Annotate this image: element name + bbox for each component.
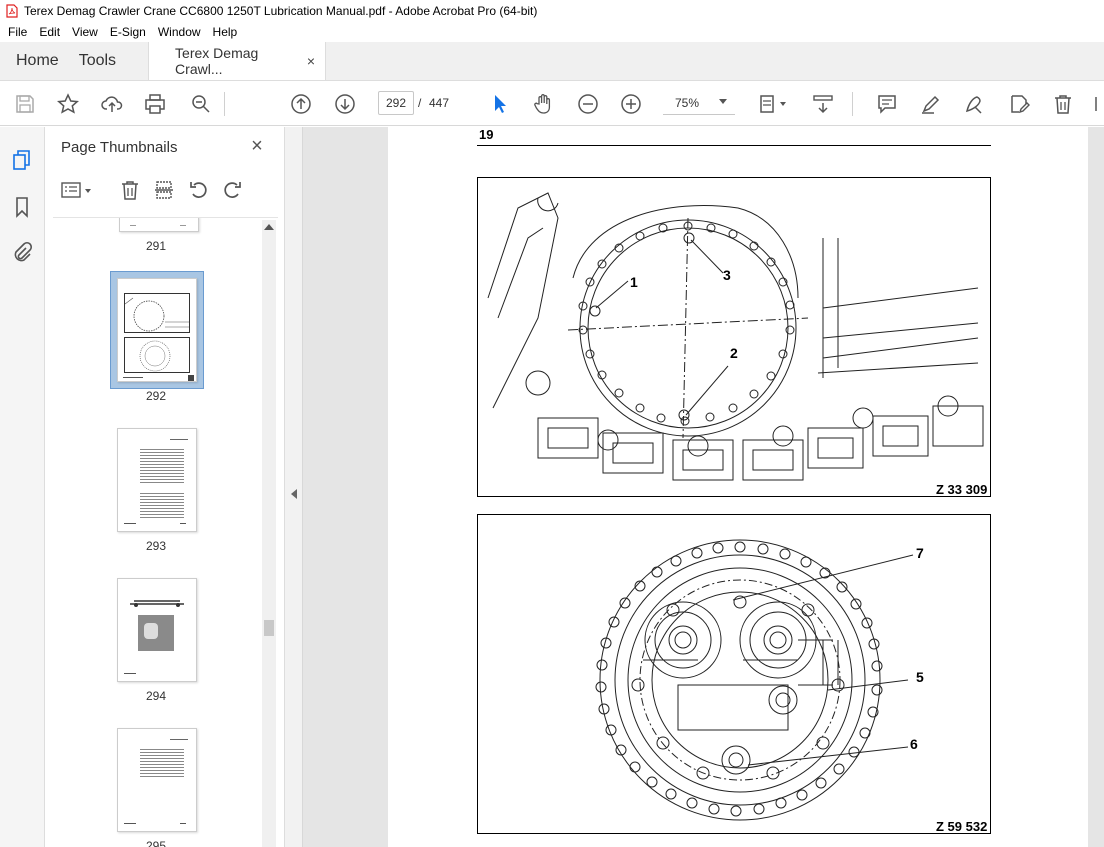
zoom-out-icon[interactable] (575, 91, 601, 117)
page-fit-icon[interactable] (755, 91, 791, 117)
page-section-number: 19 (479, 127, 494, 142)
thumbnail-page-number: 294 (145, 689, 167, 703)
bookmarks-icon[interactable] (10, 195, 34, 219)
tab-home[interactable]: Home (0, 42, 75, 80)
collapse-panel-icon[interactable] (291, 489, 297, 499)
menu-help[interactable]: Help (207, 25, 244, 39)
print-icon[interactable] (142, 91, 168, 117)
page-thumbnail[interactable] (117, 728, 197, 832)
bookmark-star-icon[interactable] (55, 91, 81, 117)
close-tab-icon[interactable]: × (307, 53, 315, 69)
callout-label: 7 (916, 545, 924, 561)
panel-title: Page Thumbnails (61, 139, 178, 156)
menu-window[interactable]: Window (152, 25, 207, 39)
callout-label: 1 (630, 274, 638, 290)
edit-pdf-icon[interactable] (1006, 91, 1032, 117)
zoom-in-icon[interactable] (618, 91, 644, 117)
next-page-icon[interactable] (332, 91, 358, 117)
navigation-rail (0, 127, 45, 847)
acrobat-app-icon (6, 4, 18, 18)
tab-bar: Home Tools Terex Demag Crawl... × (0, 42, 1104, 81)
zoom-level-value: 75% (675, 95, 700, 110)
menu-edit[interactable]: Edit (33, 25, 66, 39)
title-bar: Terex Demag Crawler Crane CC6800 1250T L… (0, 0, 1104, 22)
figure-code: Z 59 532 (936, 819, 988, 834)
page-thumbnail[interactable] (117, 578, 197, 682)
sign-pen-icon[interactable] (961, 91, 987, 117)
delete-icon[interactable] (1050, 91, 1076, 117)
delete-pages-icon[interactable] (117, 177, 143, 203)
header-rule (477, 145, 991, 146)
thumbnail-page-number: 292 (145, 389, 167, 403)
select-cursor-icon[interactable] (487, 91, 513, 117)
page-thumbnail[interactable] (117, 428, 197, 532)
hand-tool-icon[interactable] (530, 91, 556, 117)
figure-slewing-ring: 7 5 6 Z 59 532 (477, 514, 991, 834)
zoom-level-select[interactable]: 75% (663, 91, 735, 115)
slewing-ring-drawing (595, 539, 914, 821)
find-zoom-icon[interactable] (188, 91, 214, 117)
tab-tools[interactable]: Tools (75, 42, 132, 80)
thumbnails-panel: Page Thumbnails × 291 292 293 294 295 (45, 127, 285, 847)
tab-document-label: Terex Demag Crawl... (175, 45, 259, 77)
rotate-right-icon[interactable] (219, 177, 245, 203)
total-pages: 447 (429, 96, 450, 110)
current-page-input[interactable]: 292 (378, 91, 414, 115)
previous-page-icon[interactable] (288, 91, 314, 117)
tab-document[interactable]: Terex Demag Crawl... × (148, 42, 327, 80)
figure-track-drive: 1 3 2 Z 33 309 (477, 177, 991, 497)
document-view[interactable]: 19 1 3 2 Z 33 309 7 5 6 Z 59 532 (303, 127, 1104, 847)
callout-label: 3 (723, 267, 731, 283)
callout-label: 6 (910, 736, 918, 752)
page-thumbnails-icon[interactable] (10, 148, 34, 172)
thumbnail-page-number: 295 (145, 839, 167, 847)
callout-label: 2 (730, 345, 738, 361)
menu-esign[interactable]: E-Sign (104, 25, 152, 39)
thumbnails-list[interactable]: 291 292 293 294 295 (53, 217, 278, 847)
scroll-mode-icon[interactable] (810, 91, 836, 117)
highlight-pen-icon[interactable] (918, 91, 944, 117)
panel-splitter[interactable] (285, 127, 303, 847)
thumbnail-page-number: 293 (145, 539, 167, 553)
attachments-icon[interactable] (10, 240, 34, 264)
chevron-down-icon (719, 99, 727, 104)
page-thumbnail-selected[interactable] (117, 278, 197, 382)
thumbnail-page-number: 291 (145, 239, 167, 253)
menu-file[interactable]: File (2, 25, 33, 39)
callout-label: 5 (916, 669, 924, 685)
scrollbar-thumb[interactable] (264, 620, 274, 636)
upload-cloud-icon[interactable] (99, 91, 125, 117)
thumbnail-toolbar (59, 177, 259, 203)
thumbnail-options-icon[interactable] (59, 177, 95, 203)
pdf-page: 19 1 3 2 Z 33 309 7 5 6 Z 59 532 (388, 127, 1088, 847)
page-separator: / (418, 96, 422, 110)
scroll-up-icon[interactable] (264, 224, 274, 230)
window-title: Terex Demag Crawler Crane CC6800 1250T L… (24, 4, 538, 18)
figure-code: Z 33 309 (936, 482, 988, 497)
save-icon[interactable] (12, 91, 38, 117)
page-thumbnail[interactable] (119, 218, 199, 232)
track-drive-drawing (487, 192, 984, 481)
rotate-left-icon[interactable] (186, 177, 212, 203)
thumbnails-scrollbar[interactable] (262, 220, 276, 847)
more-tools-icon[interactable] (1092, 91, 1104, 117)
extract-pages-icon[interactable] (151, 177, 177, 203)
toolbar: 292 / 447 75% (0, 82, 1104, 126)
comment-icon[interactable] (874, 91, 900, 117)
close-panel-icon[interactable]: × (247, 135, 267, 157)
menu-bar: File Edit View E-Sign Window Help (0, 22, 1104, 42)
menu-view[interactable]: View (66, 25, 104, 39)
